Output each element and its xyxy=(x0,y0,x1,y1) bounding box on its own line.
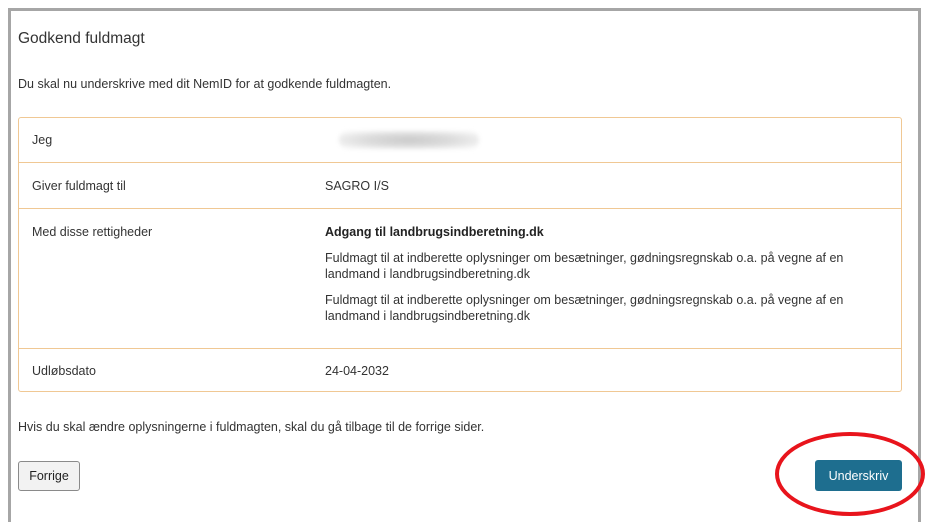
rights-description-1: Fuldmagt til at indberette oplysninger o… xyxy=(325,251,844,281)
table-row-giver: Giver fuldmagt til SAGRO I/S xyxy=(19,163,901,209)
row-value-expiry: 24-04-2032 xyxy=(325,364,389,378)
page-title: Godkend fuldmagt xyxy=(18,30,145,47)
redacted-name xyxy=(339,131,479,149)
table-row-expiry: Udløbsdato 24-04-2032 xyxy=(19,349,901,392)
rights-description-2: Fuldmagt til at indberette oplysninger o… xyxy=(325,293,844,323)
row-label-giver: Giver fuldmagt til xyxy=(32,179,126,193)
proxy-details-table: Jeg Giver fuldmagt til SAGRO I/S Med dis… xyxy=(18,117,902,392)
previous-button[interactable]: Forrige xyxy=(18,461,80,491)
intro-text: Du skal nu underskrive med dit NemID for… xyxy=(18,77,392,91)
table-row-rights: Med disse rettigheder Adgang til landbru… xyxy=(19,209,901,349)
rights-block: Adgang til landbrugsindberetning.dk Fuld… xyxy=(325,225,887,324)
rights-title: Adgang til landbrugsindberetning.dk xyxy=(325,225,544,239)
sign-button[interactable]: Underskriv xyxy=(815,460,902,491)
row-label-expiry: Udløbsdato xyxy=(32,364,96,378)
row-label-rights: Med disse rettigheder xyxy=(32,225,153,239)
footer-note: Hvis du skal ændre oplysningerne i fuldm… xyxy=(18,420,485,434)
table-row-jeg: Jeg xyxy=(19,118,901,163)
row-label-jeg: Jeg xyxy=(32,133,53,147)
row-value-giver: SAGRO I/S xyxy=(325,179,389,193)
